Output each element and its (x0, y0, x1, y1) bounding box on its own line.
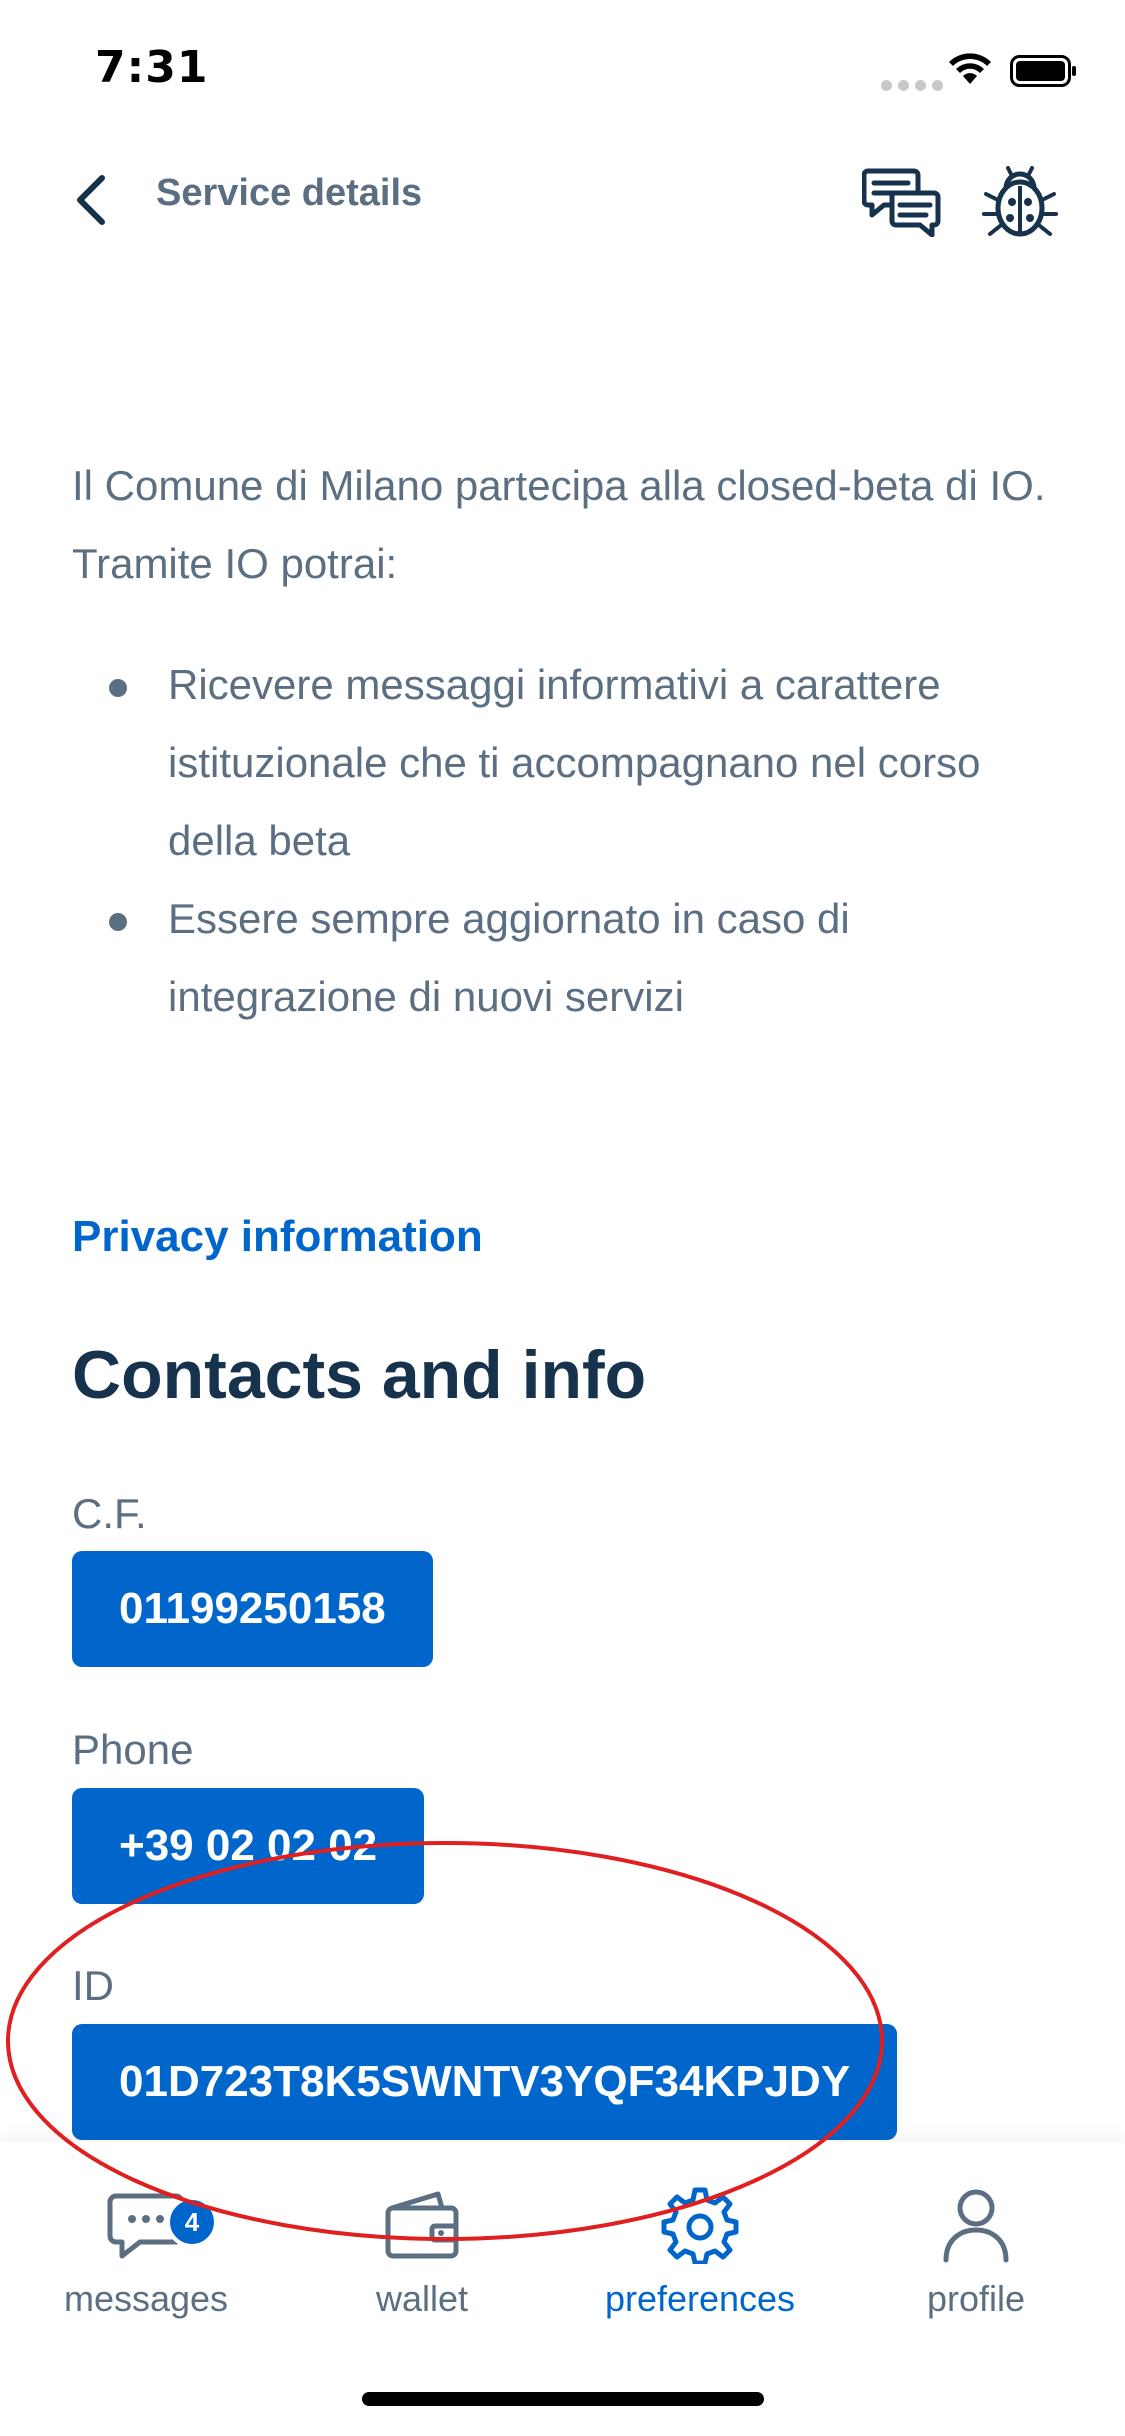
privacy-information-link[interactable]: Privacy information (72, 1212, 483, 1262)
bullet-icon (109, 679, 127, 697)
unread-badge: 4 (166, 2196, 218, 2248)
wifi-icon (949, 53, 991, 84)
status-bar: 7:31 (0, 0, 1125, 132)
id-label: ID (72, 1962, 114, 2009)
tab-profile[interactable]: profile (866, 2184, 1086, 2334)
tab-wallet[interactable]: wallet (312, 2184, 532, 2334)
tab-preferences[interactable]: preferences (590, 2184, 810, 2334)
chat-icon[interactable] (862, 165, 942, 237)
phone-label: Phone (72, 1726, 194, 1773)
wallet-icon (385, 2191, 459, 2259)
tab-label: wallet (375, 2278, 469, 2319)
tab-label: messages (63, 2278, 229, 2319)
list-item: Ricevere messaggi informativi a caratter… (72, 646, 1062, 880)
tab-label: preferences (604, 2278, 796, 2319)
cf-value-button[interactable]: 01199250158 (72, 1551, 433, 1667)
home-indicator (362, 2392, 764, 2406)
gear-icon (661, 2187, 739, 2264)
service-description: Il Comune di Milano partecipa alla close… (72, 462, 1046, 587)
status-time: 7:31 (95, 42, 209, 93)
battery-icon (1010, 55, 1076, 87)
feature-list: Ricevere messaggi informativi a caratter… (72, 646, 1062, 1036)
tab-messages[interactable]: 4 messages (36, 2184, 256, 2334)
page-title: Service details (156, 172, 423, 214)
list-item-text: Essere sempre aggiornato in caso di inte… (168, 895, 850, 1020)
cf-label: C.F. (72, 1490, 147, 1537)
signal-icon (881, 76, 949, 95)
bullet-icon (109, 913, 127, 931)
contacts-section-title: Contacts and info (72, 1337, 647, 1413)
phone-value-button[interactable]: +39 02 02 02 (72, 1788, 425, 1904)
header: Service details (0, 150, 1125, 250)
chevron-left-icon[interactable] (62, 170, 122, 230)
id-value-button[interactable]: 01D723T8K5SWNTV3YQF34KPJDY (72, 2024, 898, 2140)
bug-icon[interactable] (980, 162, 1060, 242)
list-item: Essere sempre aggiornato in caso di inte… (72, 880, 1062, 1036)
list-item-text: Ricevere messaggi informativi a caratter… (168, 661, 981, 864)
tab-label: profile (926, 2278, 1026, 2319)
profile-icon (943, 2189, 1009, 2263)
